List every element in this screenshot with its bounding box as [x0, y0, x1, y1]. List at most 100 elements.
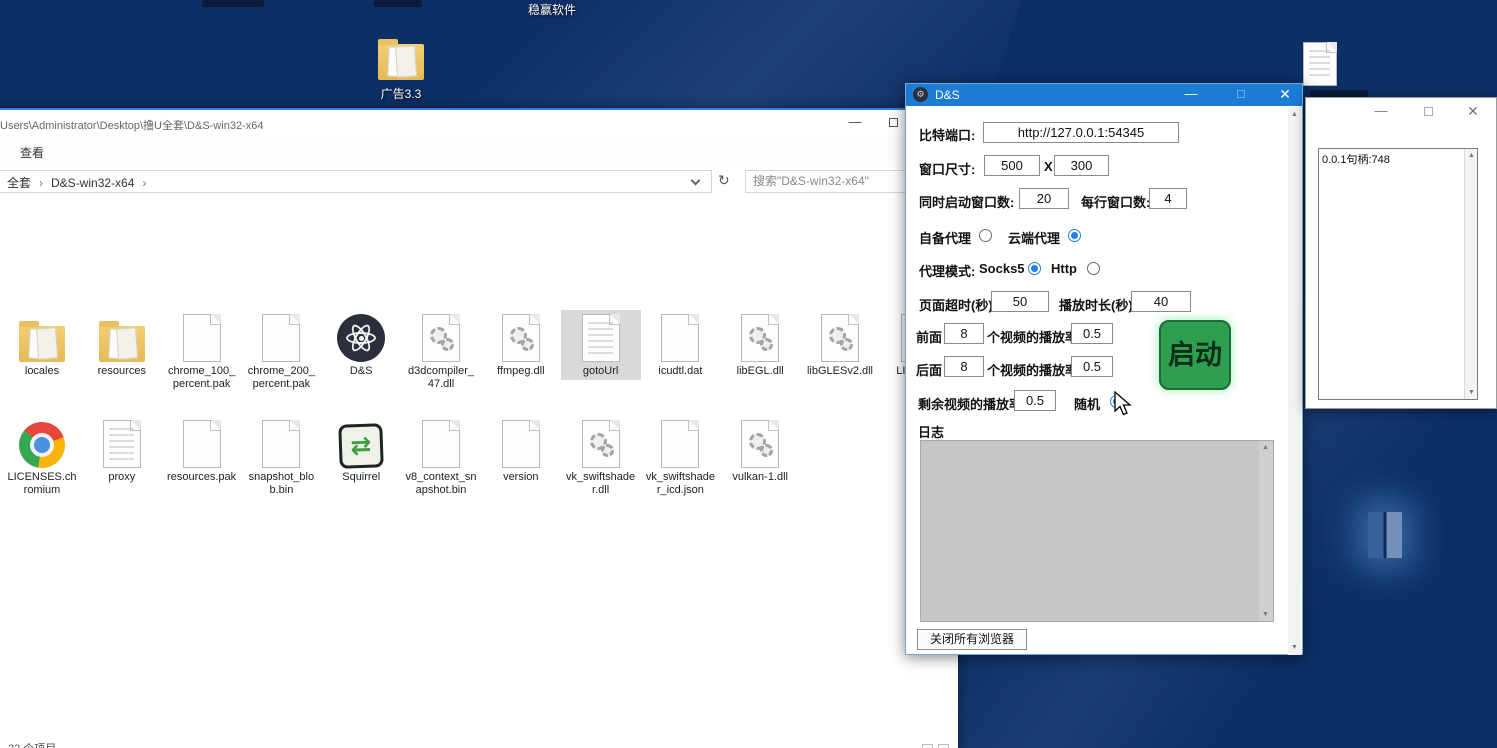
cloud-proxy-radio[interactable] — [1068, 229, 1081, 242]
handle-list-entry: 0.0.1句柄:748 — [1322, 151, 1390, 167]
file-item[interactable]: LICENSES.chromium — [2, 416, 82, 499]
page-timeout-input[interactable] — [991, 291, 1049, 312]
concurrent-windows-input[interactable] — [1019, 188, 1069, 209]
scroll-down-icon[interactable]: ▼ — [1288, 644, 1301, 651]
http-radio[interactable] — [1087, 262, 1100, 275]
file-item[interactable]: ⇄Squirrel — [321, 416, 401, 486]
file-item[interactable]: D&S — [321, 310, 401, 380]
play-duration-input[interactable] — [1131, 291, 1191, 312]
desktop-folder-icon[interactable] — [378, 44, 424, 80]
file-list-area[interactable]: localesresourceschrome_100_percent.pakch… — [0, 196, 958, 748]
own-proxy-radio[interactable] — [979, 229, 992, 242]
dll-file-icon — [821, 314, 859, 362]
dialog-close-button[interactable]: ✕ — [1268, 84, 1302, 106]
mouse-cursor — [1114, 391, 1136, 424]
file-label: resources — [82, 364, 162, 380]
listbox-scrollbar[interactable]: ▲ ▼ — [1464, 149, 1477, 399]
explorer-maximize-button[interactable] — [878, 112, 908, 134]
rest-rate-input[interactable] — [1014, 390, 1056, 411]
file-item[interactable]: icudtl.dat — [640, 310, 720, 380]
file-label: gotoUrl — [561, 364, 641, 380]
explorer-titlebar[interactable]: Users\Administrator\Desktop\撸U全套\D&S-win… — [0, 110, 958, 136]
explorer-minimize-button[interactable]: — — [840, 112, 870, 134]
desktop-icon-label-fragment — [374, 0, 422, 7]
file-item[interactable]: chrome_200_percent.pak — [241, 310, 321, 393]
per-row-input[interactable] — [1149, 188, 1187, 209]
close-all-browsers-button[interactable]: 关闭所有浏览器 — [917, 629, 1027, 650]
file-label: resources.pak — [162, 470, 242, 486]
file-icon — [502, 420, 540, 468]
rightwin-minimize-button[interactable]: — — [1364, 100, 1398, 124]
front-rate-input[interactable] — [1071, 323, 1113, 344]
explorer-window-title: Users\Administrator\Desktop\撸U全套\D&S-win… — [0, 117, 263, 133]
back-rate-label: 个视频的播放率: — [987, 360, 1082, 379]
file-icon — [183, 420, 221, 468]
file-icon — [262, 314, 300, 362]
socks5-radio[interactable] — [1028, 262, 1041, 275]
back-count-input[interactable] — [944, 356, 984, 377]
file-item[interactable]: locales — [2, 310, 82, 380]
rightwin-maximize-button[interactable] — [1411, 100, 1445, 124]
play-duration-label: 播放时长(秒): — [1059, 295, 1137, 314]
file-item[interactable]: resources.pak — [162, 416, 242, 486]
file-item[interactable]: vk_swiftshader_icd.json — [640, 416, 720, 499]
window-size-label: 窗口尺寸: — [919, 159, 975, 178]
dialog-titlebar[interactable]: ⚙ D&S — ✕ — [906, 84, 1302, 106]
dialog-minimize-button[interactable]: — — [1174, 84, 1208, 106]
file-item[interactable]: vulkan-1.dll — [720, 416, 800, 486]
concurrent-windows-label: 同时启动窗口数: — [919, 192, 1014, 211]
start-button[interactable]: 启动 — [1159, 320, 1231, 390]
view-thumbnails-icon[interactable] — [938, 744, 949, 748]
file-item[interactable]: proxy — [82, 416, 162, 486]
chevron-down-icon[interactable] — [691, 176, 701, 186]
file-item[interactable]: libEGL.dll — [720, 310, 800, 380]
file-item[interactable]: ffmpeg.dll — [481, 310, 561, 380]
file-label: locales — [2, 364, 82, 380]
desktop-icon-label-fragment — [1310, 90, 1368, 97]
scroll-down-icon[interactable]: ▼ — [1259, 611, 1272, 618]
log-scrollbar[interactable]: ▲ ▼ — [1259, 441, 1273, 621]
window-height-input[interactable] — [1054, 155, 1109, 176]
ds-dialog-window: ⚙ D&S — ✕ ▲ ▼ 比特端口: 窗口尺寸: X 同时启动窗口数: 每行窗… — [905, 83, 1303, 655]
rightwin-close-button[interactable]: ✕ — [1456, 100, 1490, 124]
port-input[interactable] — [983, 122, 1179, 143]
file-item[interactable]: snapshot_blob.bin — [241, 416, 321, 499]
dll-file-icon — [422, 314, 460, 362]
dialog-maximize-button[interactable] — [1224, 84, 1258, 106]
front-count-input[interactable] — [944, 323, 984, 344]
handle-list-window: — ✕ 0.0.1句柄:748 ▲ ▼ — [1305, 97, 1497, 409]
dialog-scrollbar[interactable]: ▲ ▼ — [1288, 107, 1301, 655]
file-item[interactable]: chrome_100_percent.pak — [162, 310, 242, 393]
back-rate-input[interactable] — [1071, 356, 1113, 377]
window-width-input[interactable] — [984, 155, 1040, 176]
scroll-up-icon[interactable]: ▲ — [1288, 111, 1301, 118]
status-bar-item-count: 22 个项目 — [8, 740, 56, 748]
log-label: 日志 — [918, 422, 944, 441]
breadcrumb-item[interactable]: D&S-win32-x64 — [51, 176, 134, 190]
file-item[interactable]: resources — [82, 310, 162, 380]
random-label: 随机 — [1074, 394, 1100, 413]
dll-file-icon — [741, 314, 779, 362]
desktop-folder-label[interactable]: 广告3.3 — [366, 85, 436, 102]
file-label: version — [481, 470, 561, 486]
scroll-up-icon[interactable]: ▲ — [1465, 152, 1478, 159]
file-item[interactable]: v8_context_snapshot.bin — [401, 416, 481, 499]
refresh-icon[interactable]: ↻ — [718, 172, 730, 189]
scroll-down-icon[interactable]: ▼ — [1465, 389, 1478, 396]
tab-view[interactable]: 查看 — [20, 144, 44, 161]
handle-listbox[interactable]: 0.0.1句柄:748 ▲ ▼ — [1318, 148, 1478, 400]
file-item[interactable]: gotoUrl — [561, 310, 641, 380]
breadcrumb-item[interactable]: 全套 — [7, 176, 31, 190]
file-icon — [661, 420, 699, 468]
file-item[interactable]: d3dcompiler_47.dll — [401, 310, 481, 393]
view-details-icon[interactable] — [922, 744, 933, 748]
file-item[interactable]: libGLESv2.dll — [800, 310, 880, 380]
file-item[interactable]: version — [481, 416, 561, 486]
scroll-up-icon[interactable]: ▲ — [1259, 444, 1272, 451]
desktop-document-icon[interactable] — [1303, 42, 1337, 86]
address-bar[interactable]: 全套›D&S-win32-x64› — [0, 170, 712, 193]
desktop-icon-label[interactable]: 稳赢软件 — [492, 1, 612, 18]
log-textarea[interactable]: ▲ ▼ — [920, 440, 1274, 622]
breadcrumb-chevron: › — [31, 176, 51, 190]
file-item[interactable]: vk_swiftshader.dll — [561, 416, 641, 499]
